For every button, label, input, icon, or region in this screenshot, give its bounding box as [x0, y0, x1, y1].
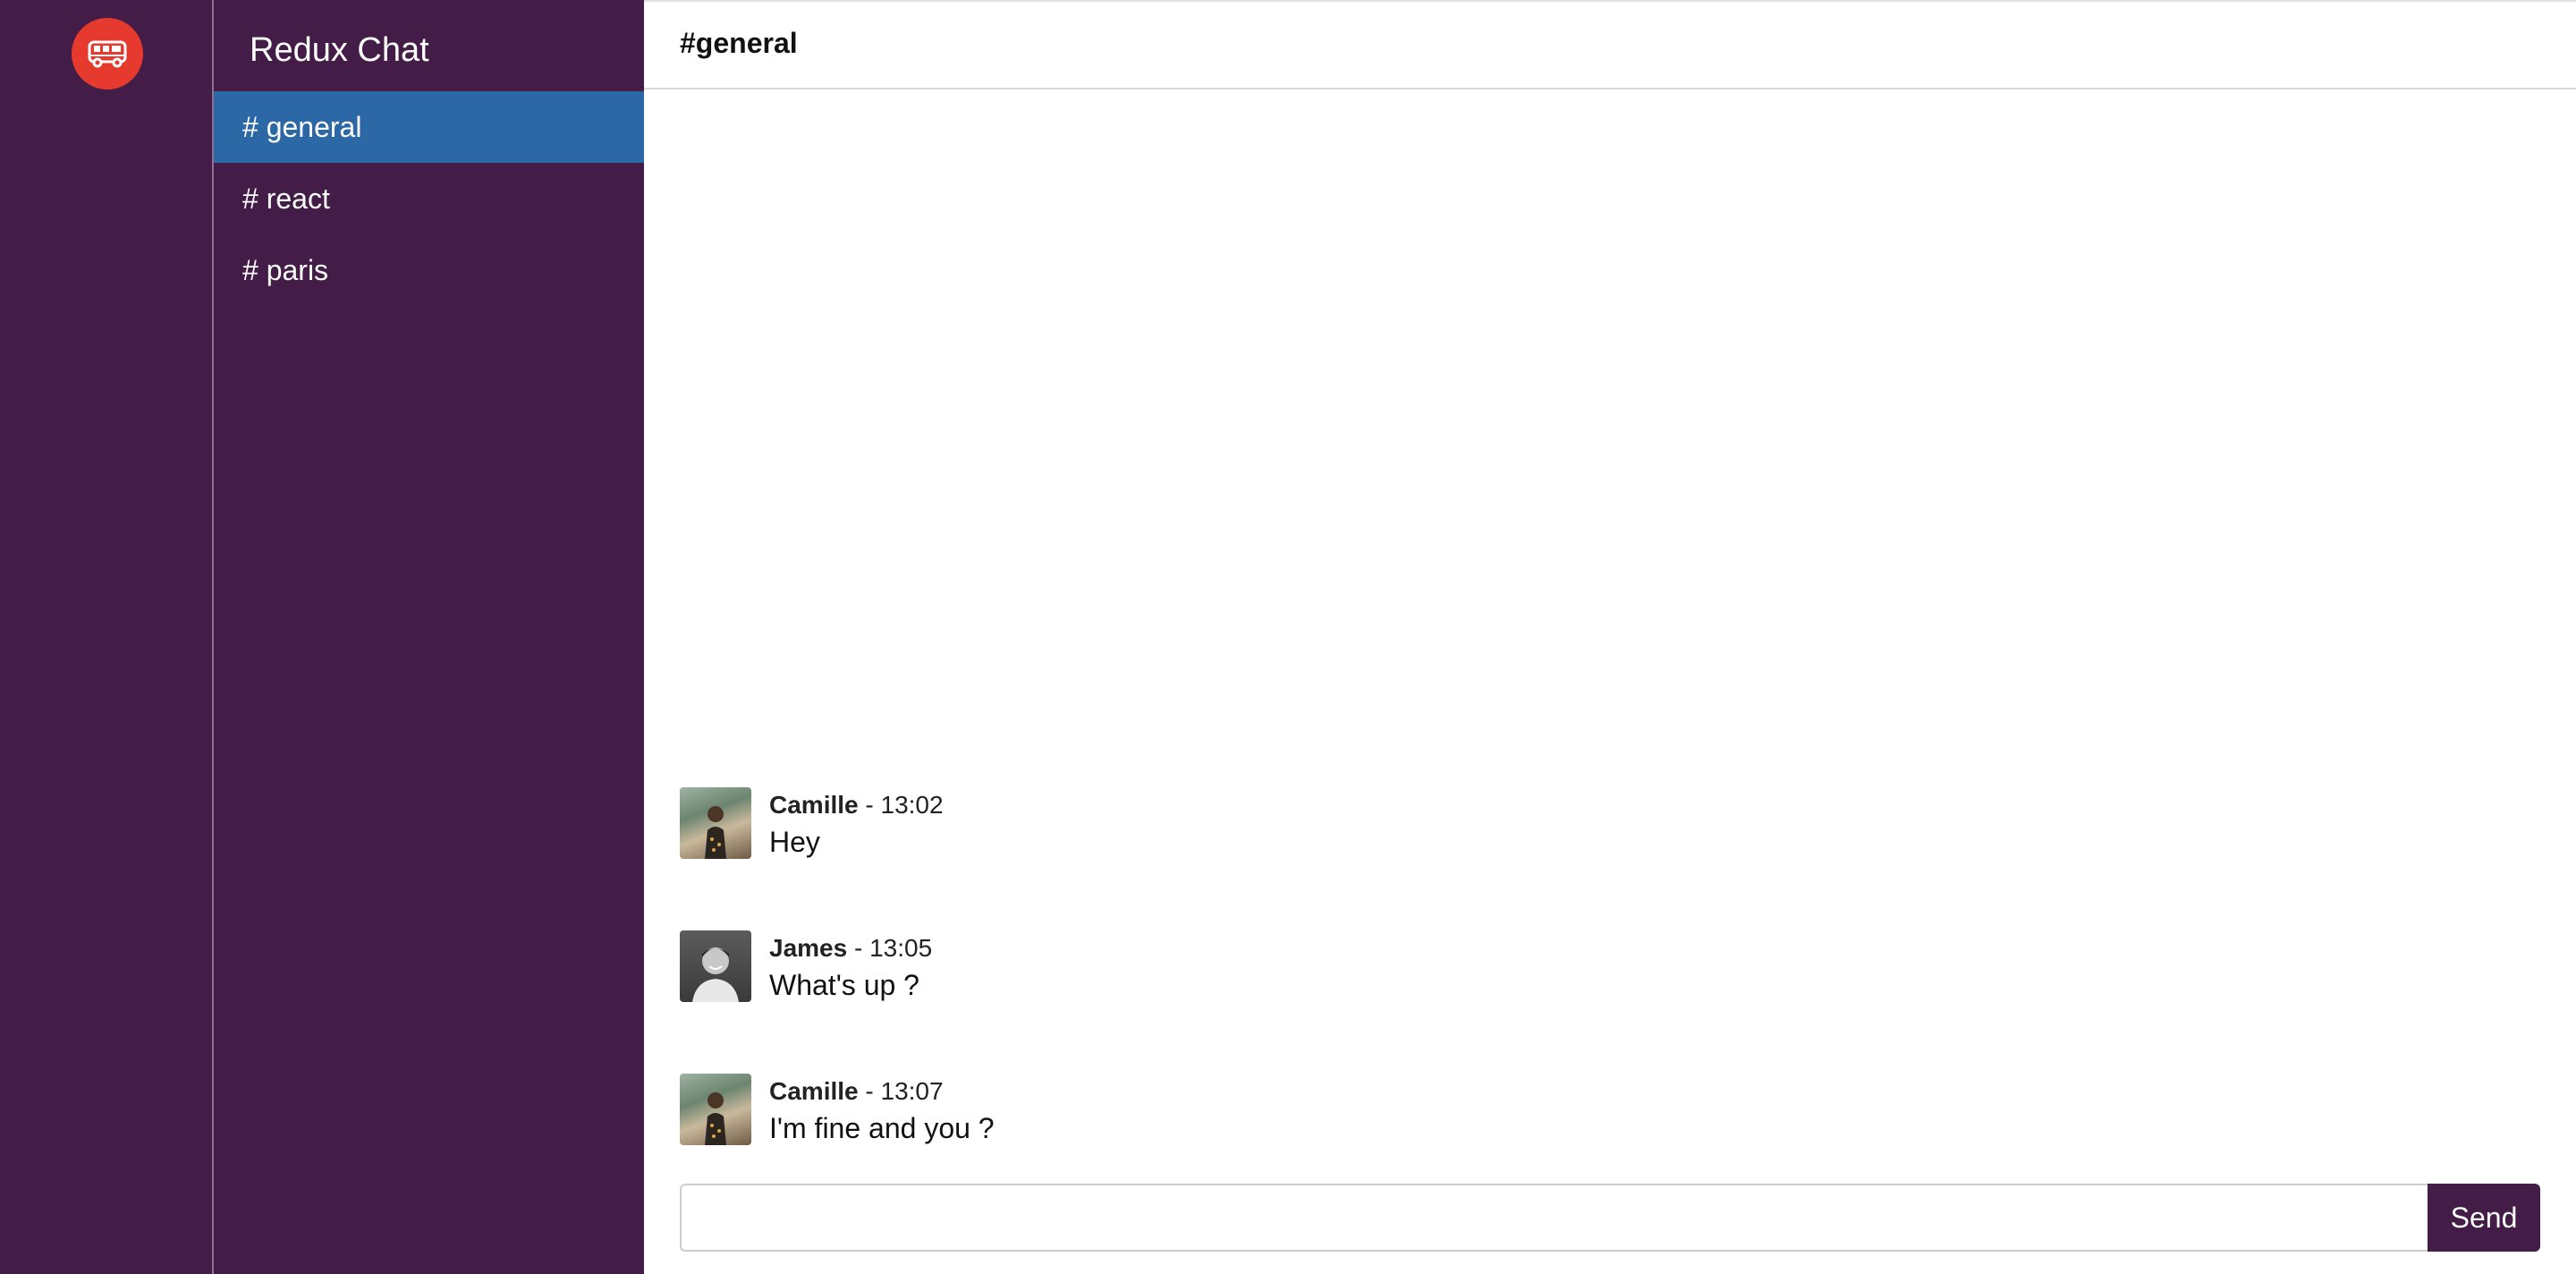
message-item: Camille - 13:02 Hey: [680, 787, 2540, 930]
channel-header: #general: [644, 0, 2576, 89]
avatar: [680, 930, 751, 1002]
channel-title: #general: [680, 27, 798, 59]
bus-icon[interactable]: [72, 18, 143, 89]
message-text: I'm fine and you ?: [769, 1112, 995, 1144]
message-author: Camille: [769, 1077, 859, 1105]
channel-sidebar: Redux Chat # general # react # paris: [214, 0, 644, 1274]
send-button[interactable]: Send: [2428, 1184, 2540, 1252]
message-time: - 13:02: [858, 791, 944, 819]
message-meta: Camille - 13:07: [769, 1074, 944, 1109]
message-panel: #general Camille - 13:02 Hey James - 13:…: [644, 0, 2576, 1274]
chat-app: Redux Chat # general # react # paris #ge…: [0, 0, 2576, 1274]
avatar: [680, 787, 751, 859]
message-list: Camille - 13:02 Hey James - 13:05 What's…: [680, 787, 2540, 1217]
channel-item-react[interactable]: # react: [214, 163, 644, 234]
message-meta: Camille - 13:02: [769, 787, 944, 823]
message-input[interactable]: [680, 1184, 2428, 1252]
message-meta: James - 13:05: [769, 930, 932, 966]
avatar: [680, 1074, 751, 1145]
message-author: Camille: [769, 791, 859, 819]
message-text: Hey: [769, 826, 820, 858]
app-title: Redux Chat: [250, 31, 429, 69]
logo-strip: [0, 0, 212, 1274]
message-author: James: [769, 934, 848, 962]
channel-item-general[interactable]: # general: [214, 91, 644, 163]
message-time: - 13:07: [858, 1077, 944, 1105]
channel-list: # general # react # paris: [214, 91, 644, 306]
message-text: What's up ?: [769, 969, 919, 1001]
message-item: James - 13:05 What's up ?: [680, 930, 2540, 1074]
message-time: - 13:05: [847, 934, 933, 962]
channel-item-paris[interactable]: # paris: [214, 234, 644, 306]
message-composer: Send: [680, 1184, 2540, 1252]
